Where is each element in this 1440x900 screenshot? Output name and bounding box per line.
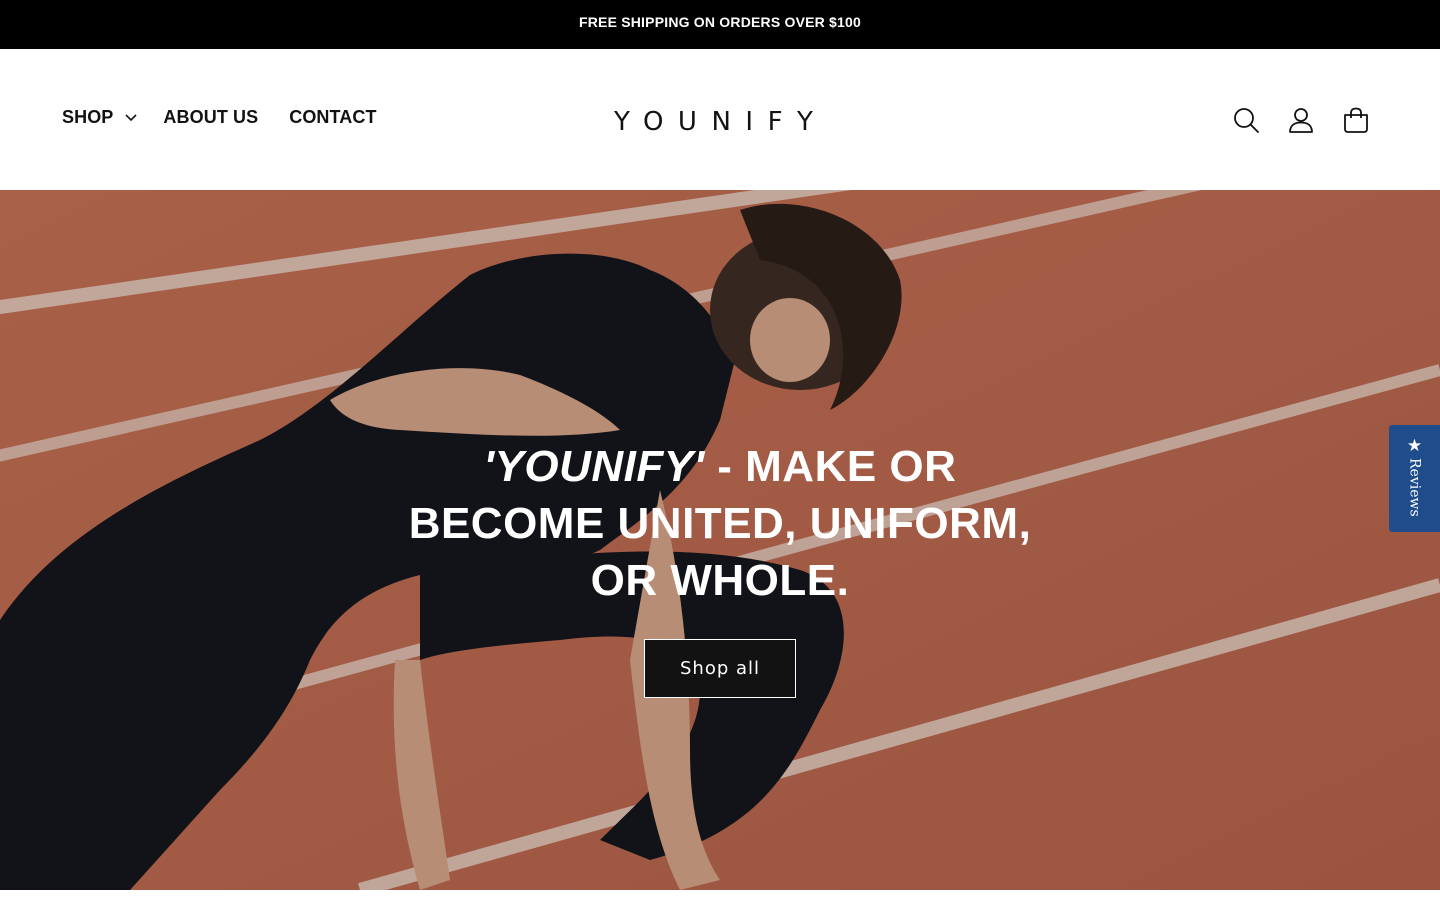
headline-brand: 'YOUNIFY' (483, 442, 705, 491)
nav-about-us[interactable]: ABOUT US (163, 107, 258, 128)
hero-content: 'YOUNIFY' - MAKE OR BECOME UNITED, UNIFO… (0, 438, 1440, 698)
announcement-text: FREE SHIPPING ON ORDERS OVER $100 (578, 13, 861, 30)
shop-all-button[interactable]: Shop all (644, 639, 796, 698)
search-icon (1234, 108, 1259, 133)
hero-banner: 'YOUNIFY' - MAKE OR BECOME UNITED, UNIFO… (0, 190, 1440, 890)
reviews-label: Reviews (1406, 458, 1423, 517)
hero-headline: 'YOUNIFY' - MAKE OR BECOME UNITED, UNIFO… (380, 438, 1060, 609)
chevron-down-icon (125, 113, 137, 121)
header-icons (1230, 104, 1372, 136)
account-icon (1289, 108, 1313, 133)
site-header: SHOP ABOUT US CONTACT YOUNIFY (0, 49, 1440, 190)
cart-icon (1344, 107, 1368, 133)
cart-button[interactable] (1340, 104, 1372, 136)
site-logo[interactable]: YOUNIFY (614, 107, 826, 137)
search-button[interactable] (1230, 104, 1262, 136)
account-button[interactable] (1285, 104, 1317, 136)
main-nav: SHOP ABOUT US CONTACT (62, 107, 377, 128)
nav-about-label: ABOUT US (163, 107, 259, 127)
star-icon: ★ (1406, 436, 1423, 455)
reviews-tab[interactable]: ★ Reviews (1389, 425, 1440, 532)
nav-shop[interactable]: SHOP (62, 107, 138, 128)
nav-shop-label: SHOP (62, 107, 114, 127)
nav-contact-label: CONTACT (289, 107, 377, 127)
nav-contact[interactable]: CONTACT (289, 107, 376, 128)
announcement-bar: FREE SHIPPING ON ORDERS OVER $100 (0, 0, 1440, 49)
